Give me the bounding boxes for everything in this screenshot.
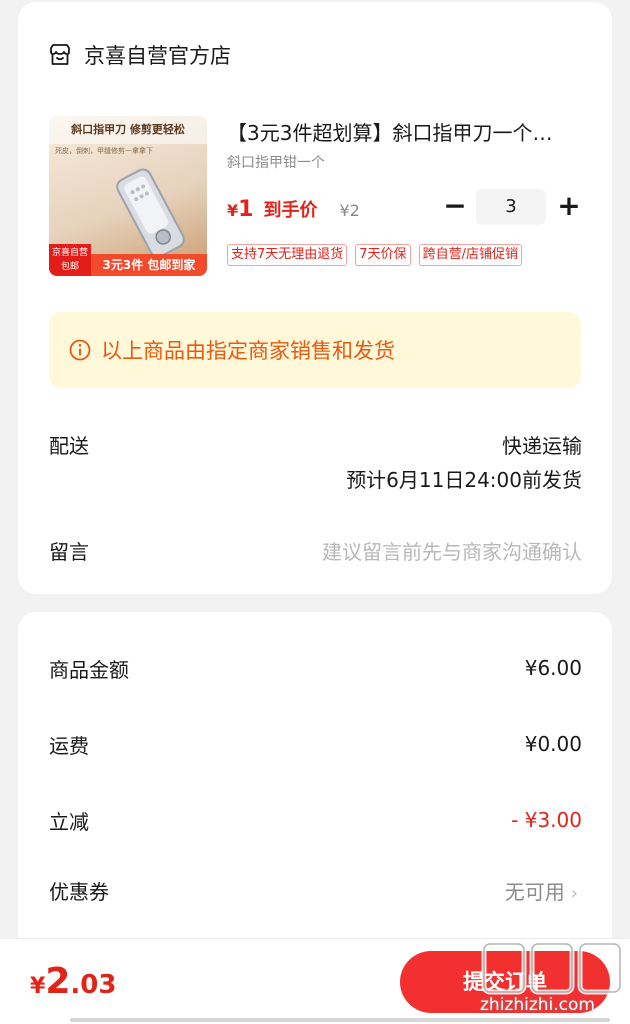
service-tag[interactable]: 跨自营/店铺促销	[418, 244, 522, 266]
image-sub-text: 死皮，倒刺，甲缝修剪一拿拿下	[55, 147, 153, 155]
store-header[interactable]: 京喜自营官方店	[48, 38, 231, 72]
original-price: ¥2	[339, 201, 360, 220]
image-badge-right: 3元3件 包邮到家	[91, 254, 207, 276]
shipping-label: 运费	[49, 734, 89, 758]
quantity-input[interactable]: 3	[476, 189, 546, 225]
info-icon	[69, 339, 91, 361]
price-symbol: ¥	[227, 201, 239, 220]
service-tag[interactable]: 支持7天无理由退货	[227, 244, 348, 266]
product-spec[interactable]: 斜口指甲钳一个	[227, 152, 325, 172]
shipping-value: ¥0.00	[524, 732, 582, 756]
price-row: ¥ 1 到手价 ¥2	[227, 196, 360, 222]
goods-amount-value: ¥6.00	[524, 656, 582, 680]
seller-notice: 以上商品由指定商家销售和发货	[49, 312, 581, 388]
message-input[interactable]: 建议留言前先与商家沟通确认	[322, 536, 582, 565]
order-card: 京喜自营官方店 斜口指甲刀 修剪更轻松 死皮，倒刺，甲缝修剪一拿拿下 京喜自营 …	[18, 2, 612, 594]
watermark-text: zhizhizhi.com	[480, 995, 595, 1015]
store-icon	[50, 44, 70, 65]
price-value: 1	[238, 197, 254, 222]
discount-value: - ¥3.00	[511, 808, 582, 832]
message-label: 留言	[49, 540, 89, 564]
coupon-value: 无可用	[504, 880, 565, 904]
total-symbol: ¥	[30, 974, 46, 999]
badge-left-line2: 包邮	[60, 262, 79, 272]
home-indicator	[70, 1018, 610, 1022]
product-image[interactable]: 斜口指甲刀 修剪更轻松 死皮，倒刺，甲缝修剪一拿拿下 京喜自营 包邮 3元3件 …	[49, 116, 207, 276]
price-summary-card: 商品金额 ¥6.00 运费 ¥0.00 立减 - ¥3.00 优惠券 无可用 ›	[18, 612, 612, 942]
chevron-right-icon: ›	[570, 883, 578, 904]
order-confirm-page: 京喜自营官方店 斜口指甲刀 修剪更轻松 死皮，倒刺，甲缝修剪一拿拿下 京喜自营 …	[0, 0, 630, 1024]
store-name: 京喜自营官方店	[84, 44, 231, 68]
coupon-selector[interactable]: 无可用 ›	[505, 876, 578, 905]
image-banner-text: 斜口指甲刀 修剪更轻松	[49, 116, 207, 144]
badge-left-line1: 京喜自营	[51, 248, 88, 258]
quantity-decrease-button[interactable]: −	[440, 192, 470, 222]
coupon-label: 优惠券	[49, 880, 109, 904]
service-tag[interactable]: 7天价保	[355, 244, 411, 266]
discount-label: 立减	[49, 810, 89, 834]
product-title[interactable]: 【3元3件超划算】斜口指甲刀一个…	[227, 118, 589, 148]
delivery-label: 配送	[49, 434, 89, 458]
total-decimal: .03	[70, 970, 117, 1000]
notice-text: 以上商品由指定商家销售和发货	[101, 339, 395, 363]
goods-amount-label: 商品金额	[49, 658, 129, 682]
delivery-method[interactable]: 快递运输	[502, 430, 582, 459]
image-badge-left: 京喜自营 包邮	[49, 244, 91, 276]
delivery-eta: 预计6月11日24:00前发货	[346, 468, 582, 492]
total-price: ¥ 2 .03	[30, 961, 116, 1002]
total-integer: 2	[45, 961, 71, 1002]
quantity-increase-button[interactable]: +	[554, 192, 584, 222]
service-tags: 支持7天无理由退货 7天价保 跨自营/店铺促销	[227, 244, 522, 266]
price-label: 到手价	[263, 200, 318, 221]
